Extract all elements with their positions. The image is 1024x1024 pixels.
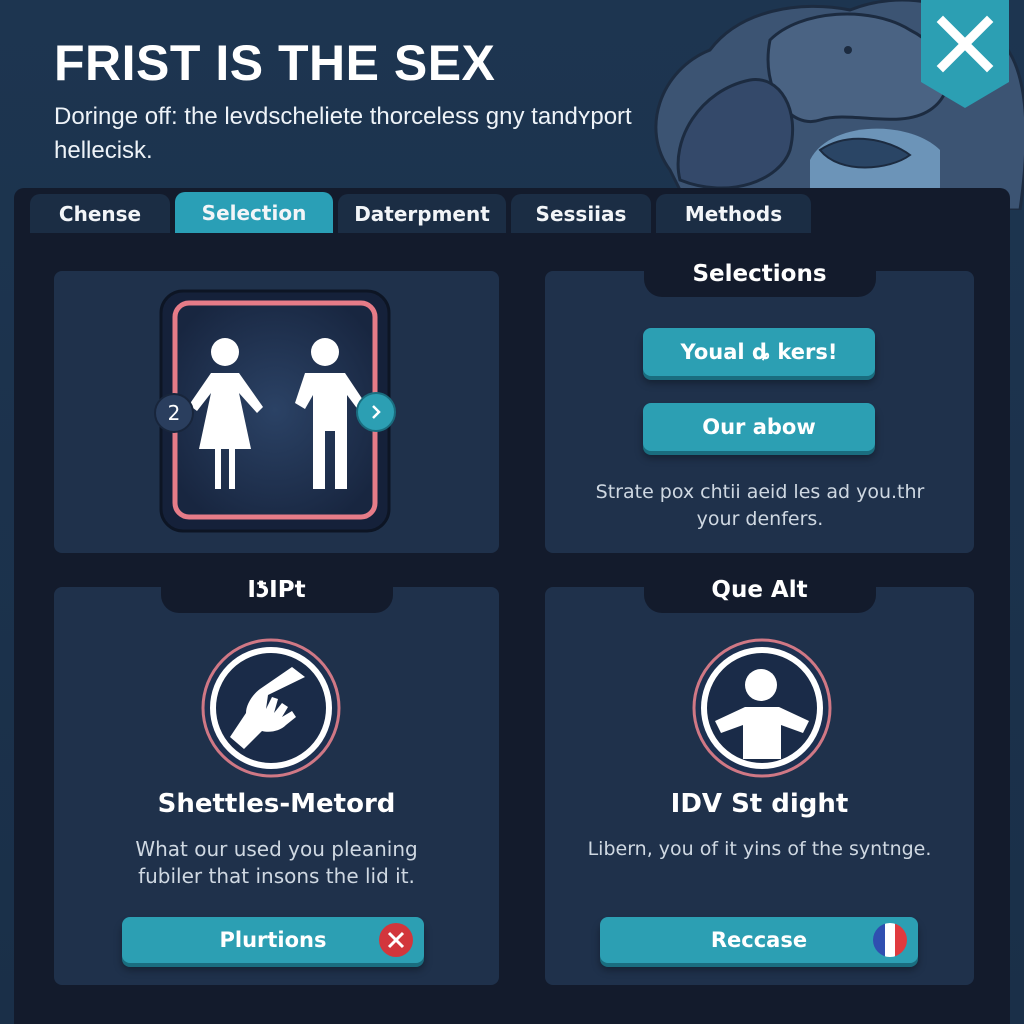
plurtions-button[interactable]: Plurtions [122, 917, 424, 963]
tab-daterpment[interactable]: Daterpment [338, 194, 506, 233]
reccase-button[interactable]: Reccase [600, 917, 918, 963]
tab-chense[interactable]: Chense [30, 194, 170, 233]
tab-methods[interactable]: Methods [656, 194, 811, 233]
chevron-right-icon [372, 405, 381, 419]
close-icon [921, 0, 1009, 108]
youal-kers-button[interactable]: Youal ȡ kers! [643, 328, 875, 376]
next-button[interactable] [356, 392, 396, 432]
que-alt-label: Que Alt [643, 567, 876, 613]
shettles-description: What our used you pleaning fubiler that … [135, 837, 418, 888]
tab-bar: Chense Selection Daterpment Sessiias Met… [30, 192, 811, 233]
helping-hand-icon [201, 638, 341, 778]
shettles-heading: Shettles-Metord [157, 789, 396, 819]
selections-card: Selections Youal ȡ kers! Our abow Strate… [545, 251, 974, 553]
tab-selection[interactable]: Selection [175, 192, 333, 233]
que-alt-card: Que Alt IDV St dight Libern, you of it y… [545, 567, 974, 985]
figure-card: 2 [54, 271, 499, 553]
page-count-value: 2 [167, 401, 181, 425]
shettles-card-label: IƾIPt [160, 567, 393, 613]
selections-description: Strate pox chtii aeid les ad you.thr you… [595, 481, 925, 530]
page-title: FRIST IS THE SEX [54, 35, 496, 91]
tab-sessiias[interactable]: Sessiias [511, 194, 651, 233]
reccase-label: Reccase [710, 928, 808, 952]
idv-description: Libern, you of it yins of the syntnge. [587, 838, 932, 860]
close-button[interactable] [921, 0, 1009, 108]
plurtions-label: Plurtions [219, 928, 327, 952]
idv-heading: IDV St dight [670, 789, 849, 819]
page-count-badge: 2 [154, 393, 194, 433]
shettles-card: IƾIPt Shettles-Metord What our used you … [54, 567, 499, 985]
close-circle-icon [379, 923, 413, 957]
our-abow-button[interactable]: Our abow [643, 403, 875, 451]
person-icon [692, 638, 832, 778]
main-panel: Chense Selection Daterpment Sessiias Met… [14, 188, 1010, 1024]
french-flag-icon [873, 923, 907, 957]
page-subtitle: Doringe off: the levdscheliete thorceles… [54, 103, 632, 164]
selections-label: Selections [643, 251, 876, 297]
